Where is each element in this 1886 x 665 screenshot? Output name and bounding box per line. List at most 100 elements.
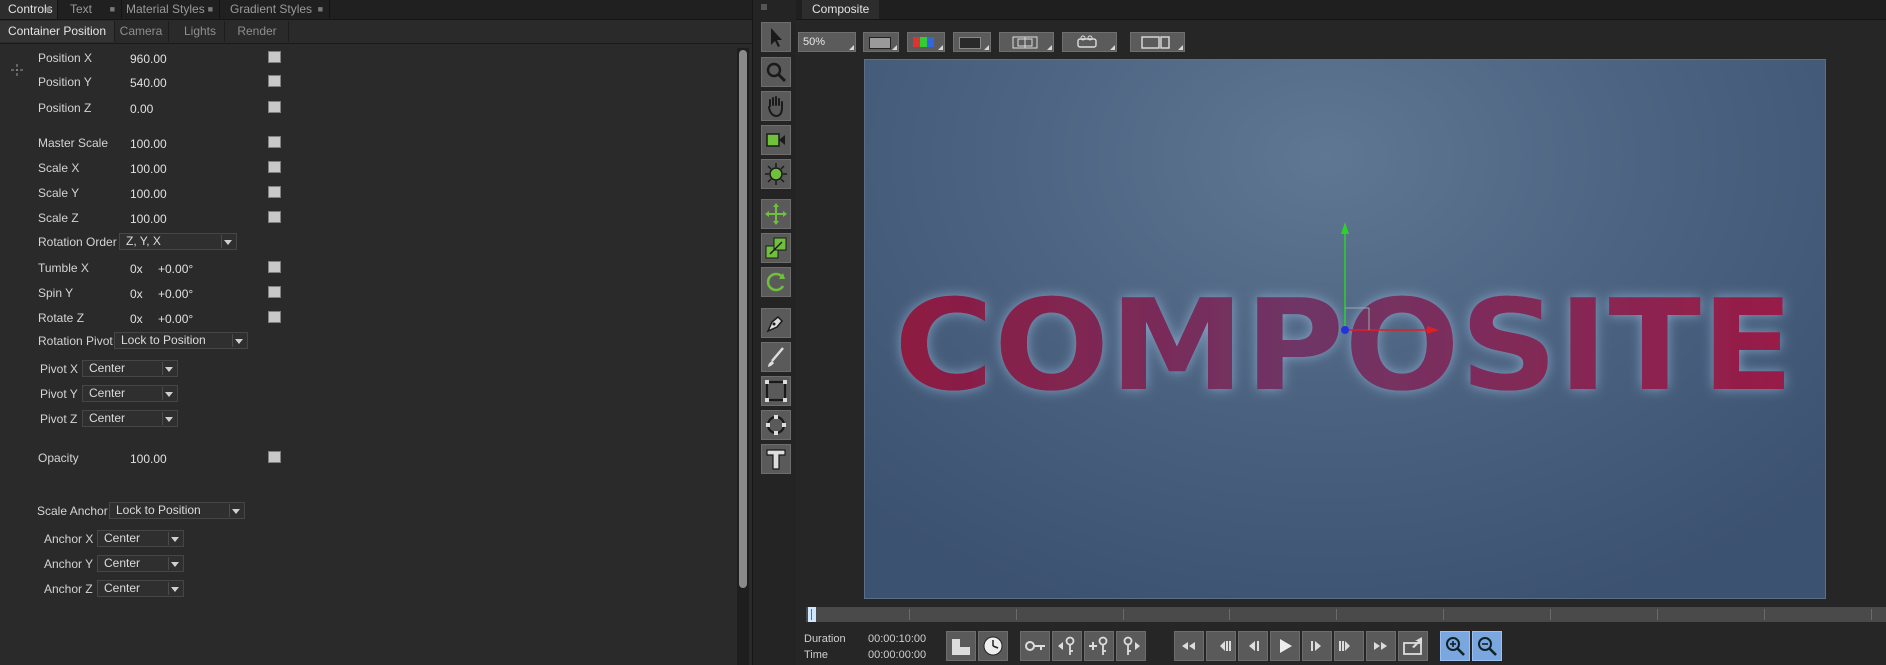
rectangle-icon[interactable] — [761, 376, 791, 406]
rotation-pivot-dropdown[interactable]: Lock to Position — [114, 332, 248, 349]
tab-grip-icon[interactable]: ■ — [208, 0, 213, 19]
position-z-value[interactable]: 0.00 — [130, 102, 153, 116]
scale-z-value[interactable]: 100.00 — [130, 212, 167, 226]
channels-menu[interactable] — [907, 32, 945, 52]
rotate-z-keyframe-toggle[interactable] — [268, 311, 281, 323]
transform-gizmo[interactable] — [1327, 220, 1447, 340]
chevron-down-icon — [165, 392, 173, 397]
tumble-x-degrees[interactable]: +0.00° — [158, 262, 193, 276]
zoom-dropdown[interactable]: 50% — [798, 32, 856, 52]
next-frame-button[interactable] — [1302, 631, 1332, 661]
opacity-value[interactable]: 100.00 — [130, 452, 167, 466]
rotate-z-degrees[interactable]: +0.00° — [158, 312, 193, 326]
tab-composite[interactable]: Composite — [802, 0, 880, 19]
position-x-keyframe-toggle[interactable] — [268, 51, 281, 63]
add-keyframe-button[interactable] — [1084, 631, 1114, 661]
brush-icon[interactable] — [761, 342, 791, 372]
layout-menu[interactable] — [1130, 32, 1185, 52]
play-button[interactable] — [1270, 631, 1300, 661]
zoom-in-button[interactable] — [1440, 631, 1470, 661]
rotate-z-turns[interactable]: 0x — [130, 312, 143, 326]
anchor-y-dropdown[interactable]: Center — [97, 555, 184, 572]
position-y-keyframe-toggle[interactable] — [268, 75, 281, 87]
scale-y-keyframe-toggle[interactable] — [268, 186, 281, 198]
background-color-menu[interactable] — [863, 32, 899, 52]
previous-frame-set-button[interactable] — [1206, 631, 1236, 661]
timecode-mode-button[interactable] — [946, 631, 976, 661]
anchor-x-dropdown[interactable]: Center — [97, 530, 184, 547]
tab-controls[interactable]: Controls ■ — [0, 0, 58, 19]
display-mode-icon — [959, 37, 981, 49]
dropdown-value: Z, Y, X — [126, 234, 161, 248]
zoom-magnifier-icon[interactable] — [761, 57, 791, 87]
scale-anchor-dropdown[interactable]: Lock to Position — [109, 502, 245, 519]
next-frame-set-button[interactable] — [1334, 631, 1364, 661]
dropdown-corner-icon — [984, 45, 989, 50]
controls-scrollbar[interactable] — [737, 48, 749, 665]
position-z-keyframe-toggle[interactable] — [268, 101, 281, 113]
subtab-render[interactable]: Render — [226, 21, 289, 42]
next-keyframe-button[interactable] — [1116, 631, 1146, 661]
scale-x-value[interactable]: 100.00 — [130, 162, 167, 176]
scrollbar-thumb[interactable] — [739, 50, 747, 588]
zoom-out-button[interactable] — [1472, 631, 1502, 661]
light-icon[interactable] — [761, 159, 791, 189]
fast-forward-button[interactable] — [1366, 631, 1396, 661]
green-channel-icon — [920, 37, 927, 47]
select-arrow-icon[interactable] — [761, 22, 791, 52]
scale-y-value[interactable]: 100.00 — [130, 187, 167, 201]
previous-keyframe-button[interactable] — [1052, 631, 1082, 661]
tab-text[interactable]: Text ■ — [62, 0, 122, 19]
opacity-keyframe-toggle[interactable] — [268, 451, 281, 463]
tumble-x-keyframe-toggle[interactable] — [268, 261, 281, 273]
previous-frame-button[interactable] — [1238, 631, 1268, 661]
timeline-ruler[interactable] — [806, 607, 1886, 622]
duration-value[interactable]: 00:00:10:00 — [868, 632, 926, 646]
camera-view-menu[interactable] — [1062, 32, 1117, 52]
tumble-x-turns[interactable]: 0x — [130, 262, 143, 276]
text-tool-icon[interactable] — [761, 444, 791, 474]
keyframe-button[interactable] — [1020, 631, 1050, 661]
render-export-button[interactable] — [1398, 631, 1428, 661]
position-x-value[interactable]: 960.00 — [130, 52, 167, 66]
time-value[interactable]: 00:00:00:00 — [868, 648, 926, 662]
tab-gradient-styles[interactable]: Gradient Styles ■ — [222, 0, 330, 19]
camera-icon[interactable] — [761, 125, 791, 155]
scale-icon[interactable] — [761, 233, 791, 263]
pan-hand-icon[interactable] — [761, 91, 791, 121]
anchor-z-dropdown[interactable]: Center — [97, 580, 184, 597]
master-scale-keyframe-toggle[interactable] — [268, 136, 281, 148]
scale-x-keyframe-toggle[interactable] — [268, 161, 281, 173]
display-mode-menu[interactable] — [953, 32, 991, 52]
rotation-order-dropdown[interactable]: Z, Y, X — [119, 233, 237, 250]
pen-icon[interactable] — [761, 308, 791, 338]
tab-grip-icon[interactable]: ■ — [110, 0, 115, 19]
dropdown-value: Center — [104, 581, 141, 595]
subtab-camera[interactable]: Camera — [114, 21, 169, 42]
rotate-icon[interactable] — [761, 267, 791, 297]
spin-y-degrees[interactable]: +0.00° — [158, 287, 193, 301]
master-scale-value[interactable]: 100.00 — [130, 137, 167, 151]
tab-grip-icon[interactable]: ■ — [46, 0, 51, 19]
spin-y-keyframe-toggle[interactable] — [268, 286, 281, 298]
rewind-to-start-button[interactable] — [1174, 631, 1204, 661]
tab-label: Composite — [812, 2, 870, 16]
tab-grip-icon[interactable]: ■ — [318, 0, 323, 19]
ellipse-icon[interactable] — [761, 410, 791, 440]
clock-button[interactable] — [978, 631, 1008, 661]
spin-y-turns[interactable]: 0x — [130, 287, 143, 301]
move-icon[interactable] — [761, 199, 791, 229]
tab-material-styles[interactable]: Material Styles ■ — [118, 0, 220, 19]
pivot-y-dropdown[interactable]: Center — [82, 385, 178, 402]
safe-area-menu[interactable] — [999, 32, 1054, 52]
position-crosshair-icon[interactable] — [10, 63, 24, 77]
playhead[interactable] — [808, 607, 816, 622]
scale-anchor-label: Scale Anchor — [37, 504, 108, 518]
subtab-lights[interactable]: Lights — [176, 21, 225, 42]
subtab-container-position[interactable]: Container Position — [0, 21, 115, 42]
pivot-x-dropdown[interactable]: Center — [82, 360, 178, 377]
scale-z-keyframe-toggle[interactable] — [268, 211, 281, 223]
position-y-value[interactable]: 540.00 — [130, 76, 167, 90]
render-canvas[interactable]: COMPOSITE — [864, 59, 1826, 599]
pivot-z-dropdown[interactable]: Center — [82, 410, 178, 427]
